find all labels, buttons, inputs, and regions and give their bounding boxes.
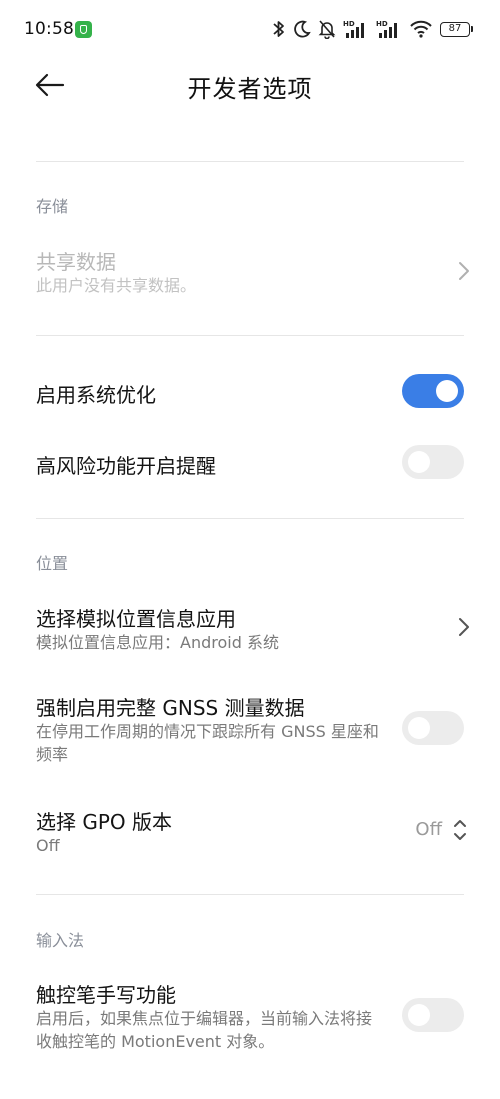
high-risk-reminder-title: 高风险功能开启提醒 (36, 454, 216, 478)
divider (36, 335, 464, 336)
developer-options-page: 10:58 HD HD 87 开发者选项 存储 共享数据 此用户没有共享数据。 … (0, 0, 500, 1099)
status-bar: 10:58 HD HD 87 (0, 0, 500, 60)
switch-knob (436, 380, 458, 402)
full-gnss-measurements-title: 强制启用完整 GNSS 测量数据 (36, 696, 305, 720)
page-title: 开发者选项 (187, 75, 313, 103)
svg-text:HD: HD (343, 20, 355, 28)
shared-data-item[interactable]: 共享数据 此用户没有共享数据。 (0, 240, 500, 310)
unfold-icon (454, 820, 466, 840)
mock-location-app-subtitle: 模拟位置信息应用：Android 系统 (36, 633, 279, 652)
switch-knob (408, 451, 430, 473)
enable-system-optimization-switch[interactable] (402, 374, 464, 408)
wifi-icon (410, 20, 432, 38)
gpo-version-title: 选择 GPO 版本 (36, 810, 173, 834)
section-title-storage: 存储 (36, 197, 69, 216)
stylus-handwriting-item[interactable]: 触控笔手写功能 启用后，如果焦点位于编辑器，当前输入法将接收触控笔的 Motio… (0, 973, 500, 1059)
hd-signal-icon: HD (343, 20, 364, 38)
bluetooth-icon (273, 21, 284, 37)
battery-icon: 87 (440, 21, 473, 37)
enable-system-optimization-title: 启用系统优化 (36, 383, 156, 407)
switch-knob (408, 1004, 430, 1026)
app-bar: 开发者选项 (0, 55, 500, 115)
status-icons: HD HD 87 (272, 17, 473, 41)
divider (36, 894, 464, 895)
status-time: 10:58 (24, 19, 74, 39)
security-app-icon (75, 21, 92, 38)
chevron-right-icon (459, 618, 469, 636)
high-risk-reminder-item[interactable]: 高风险功能开启提醒 (0, 441, 500, 485)
moon-icon (294, 20, 311, 38)
full-gnss-measurements-item[interactable]: 强制启用完整 GNSS 测量数据 在停用工作周期的情况下跟踪所有 GNSS 星座… (0, 686, 500, 772)
gpo-version-subtitle: Off (36, 836, 60, 855)
shared-data-subtitle: 此用户没有共享数据。 (36, 276, 197, 295)
stylus-handwriting-title: 触控笔手写功能 (36, 983, 176, 1007)
switch-knob (408, 717, 430, 739)
svg-text:HD: HD (376, 20, 388, 28)
divider (36, 518, 464, 519)
full-gnss-measurements-switch[interactable] (402, 711, 464, 745)
enable-system-optimization-item[interactable]: 启用系统优化 (0, 370, 500, 414)
gpo-version-value[interactable]: Off (415, 819, 442, 840)
divider (36, 161, 464, 162)
section-title-input-method: 输入法 (36, 931, 85, 950)
stylus-handwriting-subtitle: 启用后，如果焦点位于编辑器，当前输入法将接收触控笔的 MotionEvent 对… (36, 1009, 373, 1051)
stylus-handwriting-switch[interactable] (402, 998, 464, 1032)
mock-location-app-item[interactable]: 选择模拟位置信息应用 模拟位置信息应用：Android 系统 (0, 597, 500, 661)
mock-location-app-title: 选择模拟位置信息应用 (36, 607, 236, 631)
full-gnss-measurements-subtitle: 在停用工作周期的情况下跟踪所有 GNSS 星座和频率 (36, 722, 379, 764)
hd-signal-icon: HD (376, 20, 397, 38)
shared-data-title: 共享数据 (36, 250, 116, 274)
gpo-version-item[interactable]: 选择 GPO 版本 Off Off (0, 800, 500, 864)
chevron-right-icon (459, 262, 469, 280)
bell-muted-icon (318, 20, 336, 39)
section-title-location: 位置 (36, 554, 69, 573)
high-risk-reminder-switch[interactable] (402, 445, 464, 479)
